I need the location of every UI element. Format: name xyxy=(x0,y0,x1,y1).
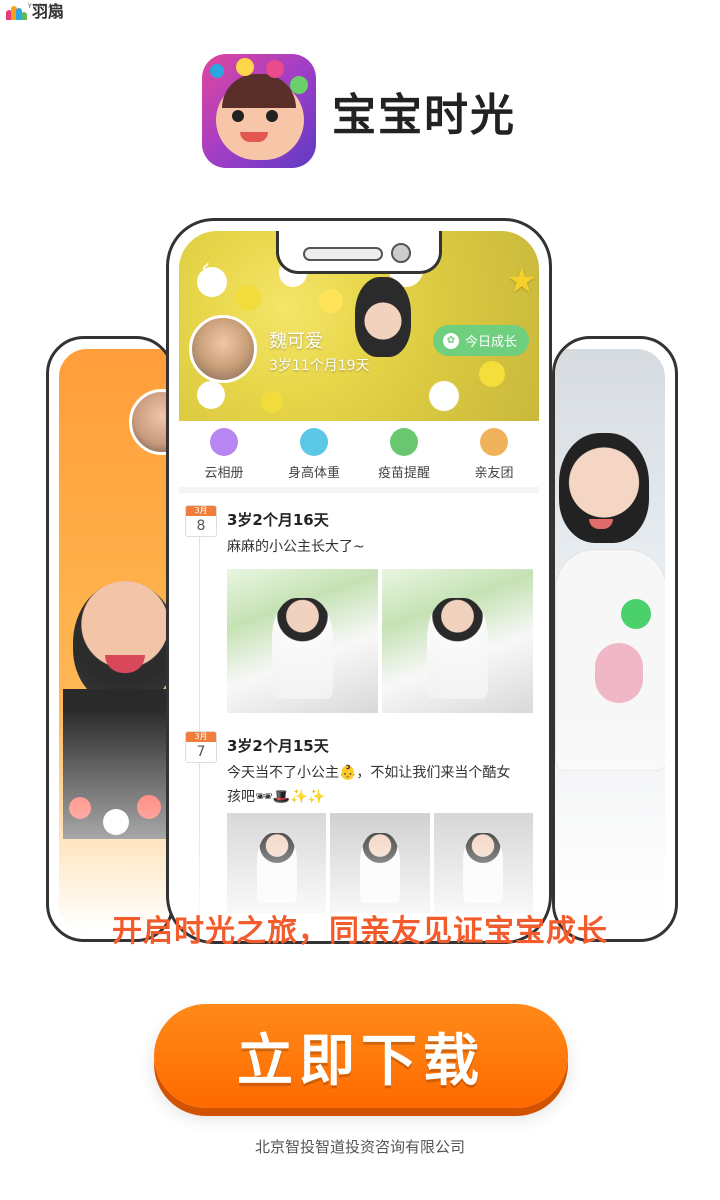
menu-item-family[interactable]: 亲友团 xyxy=(454,427,534,481)
menu-item-cloud-album[interactable]: 云相册 xyxy=(184,427,264,481)
vaccine-icon xyxy=(390,427,418,456)
entry-age: 3岁2个月16天 xyxy=(227,511,329,529)
today-growth-label: 今日成长 xyxy=(464,335,517,350)
menu-label: 亲友团 xyxy=(474,465,514,481)
speaker-icon xyxy=(303,247,383,261)
timeline-entry: 3月 8 3岁2个月16天 麻麻的小公主长大了~ xyxy=(179,505,539,715)
app-header: 宝宝时光 xyxy=(202,54,516,168)
brand-sub: YUSHAN xyxy=(28,3,59,10)
download-label: 立即下载 xyxy=(237,1028,485,1094)
child-age: 3岁11个月19天 xyxy=(269,358,370,374)
center-phone-mockup: ‹ ★ 魏可爱 3岁11个月19天 ✿ 今日成长 云相册 身高体重 疫苗提醒 亲… xyxy=(166,218,552,944)
calendar-icon: 3月 8 xyxy=(185,505,217,537)
center-phone-screen: ‹ ★ 魏可爱 3岁11个月19天 ✿ 今日成长 云相册 身高体重 疫苗提醒 亲… xyxy=(179,231,539,931)
camera-icon xyxy=(391,243,411,263)
child-avatar[interactable] xyxy=(189,315,257,383)
menu-label: 云相册 xyxy=(204,465,244,481)
left-phone-mockup xyxy=(46,336,174,942)
menu-item-vaccine[interactable]: 疫苗提醒 xyxy=(364,427,444,481)
today-growth-button[interactable]: ✿ 今日成长 xyxy=(432,325,529,356)
sprout-icon: ✿ xyxy=(442,332,459,349)
feature-menu: 云相册 身高体重 疫苗提醒 亲友团 xyxy=(179,421,539,487)
entry-text: 今天当不了小公主👶，不如让我们来当个酷女孩吧🕶🎩✨✨ xyxy=(227,765,511,805)
right-phone-screen xyxy=(555,349,665,929)
menu-item-height-weight[interactable]: 身高体重 xyxy=(274,427,354,481)
brand-logo: 羽扇 YUSHAN xyxy=(6,3,64,20)
star-icon: ★ xyxy=(506,261,537,301)
entry-age: 3岁2个月15天 xyxy=(227,737,329,755)
photo-thumbnail[interactable] xyxy=(382,569,533,713)
height-weight-icon xyxy=(300,427,328,456)
app-name: 宝宝时光 xyxy=(332,90,516,141)
calendar-icon: 3月 7 xyxy=(185,731,217,763)
child-name: 魏可爱 xyxy=(269,331,323,352)
tagline: 开启时光之旅，同亲友见证宝宝成长 xyxy=(112,914,608,949)
photo-thumbnail[interactable] xyxy=(227,569,378,713)
family-icon xyxy=(480,427,508,456)
feather-icon xyxy=(6,4,28,20)
menu-label: 疫苗提醒 xyxy=(377,465,430,481)
right-phone-mockup xyxy=(552,336,678,942)
download-button[interactable]: 立即下载 xyxy=(154,1004,568,1108)
left-phone-screen xyxy=(59,349,171,929)
back-arrow-icon[interactable]: ‹ xyxy=(201,253,211,281)
entry-photos xyxy=(227,569,533,713)
company-name: 北京智投智道投资咨询有限公司 xyxy=(254,1138,465,1156)
menu-label: 身高体重 xyxy=(287,465,340,481)
entry-text: 麻麻的小公主长大了~ xyxy=(227,539,365,555)
baby-face-icon xyxy=(202,54,316,168)
cloud-album-icon xyxy=(210,427,238,456)
